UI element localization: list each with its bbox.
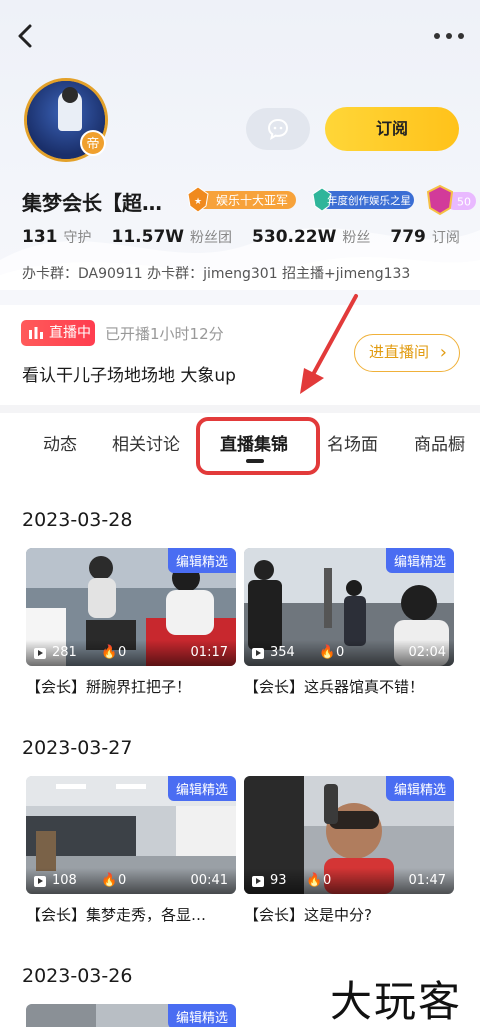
live-bars-icon xyxy=(29,327,43,339)
live-badge-label: 直播中 xyxy=(49,325,91,341)
live-badge: 直播中 xyxy=(21,320,95,346)
play-count-icon xyxy=(252,648,264,659)
medal-text-1: 娱乐十大亚军 xyxy=(216,194,288,208)
subscription-label: 订阅 xyxy=(431,230,460,246)
date-heading: 2023-03-28 xyxy=(22,509,133,531)
group-info: 办卡群：DA90911 办卡群：jimeng301 招主播+jimeng133 xyxy=(22,266,411,282)
video-duration: 02:04 xyxy=(408,645,446,660)
video-duration: 01:47 xyxy=(408,873,446,888)
chevron-right-icon: › xyxy=(439,342,447,363)
level-number: 50 xyxy=(457,196,471,209)
emperor-badge: 帝 xyxy=(80,130,106,156)
like-count: 0 xyxy=(323,873,332,888)
svg-text:★: ★ xyxy=(194,197,202,207)
video-card[interactable]: 编辑精选 108 🔥 0 00:41 【会长】集梦走秀，各显… xyxy=(26,776,236,925)
more-options-icon[interactable] xyxy=(432,26,466,46)
video-title[interactable]: 【会长】这兵器馆真不错！ xyxy=(244,676,454,697)
view-count: 281 xyxy=(52,645,77,660)
like-count: 0 xyxy=(118,873,127,888)
profile-name: 集梦会长【超… xyxy=(22,191,162,215)
play-count-icon xyxy=(252,876,264,887)
tab-famous-scenes[interactable]: 名场面 xyxy=(327,430,378,455)
message-button[interactable] xyxy=(246,108,310,150)
flame-icon: 🔥 xyxy=(101,873,118,888)
tab-discussion[interactable]: 相关讨论 xyxy=(112,430,180,455)
video-thumbnail[interactable]: 编辑精选 108 🔥 0 00:41 xyxy=(26,776,236,894)
date-heading: 2023-03-27 xyxy=(22,737,133,759)
video-duration: 00:41 xyxy=(190,873,228,888)
video-thumbnail[interactable]: 编辑精选 93 🔥 0 01:47 xyxy=(244,776,454,894)
editor-pick-tag: 编辑精选 xyxy=(167,1004,236,1027)
creator-star-badge[interactable]: 年度创作娱乐之星 xyxy=(312,187,416,213)
editor-pick-tag: 编辑精选 xyxy=(385,548,454,573)
tab-dynamics[interactable]: 动态 xyxy=(43,430,77,455)
video-thumbnail[interactable]: 编辑精选 xyxy=(26,1004,236,1027)
video-thumbnail[interactable]: 编辑精选 354 🔥 0 02:04 xyxy=(244,548,454,666)
video-meta: 354 🔥 0 02:04 xyxy=(244,640,454,666)
like-count: 0 xyxy=(118,645,127,660)
enter-live-room-label: 进直播间 xyxy=(369,343,430,361)
guard-count[interactable]: 131 xyxy=(22,227,58,247)
flame-icon: 🔥 xyxy=(306,873,323,888)
view-count: 354 xyxy=(270,645,295,660)
play-count-icon xyxy=(34,648,46,659)
follower-label: 粉丝 xyxy=(342,230,371,246)
entertainment-medal-badge[interactable]: ★ 娱乐十大亚军 xyxy=(186,187,298,213)
live-duration: 已开播1小时12分 xyxy=(105,325,224,343)
view-count: 93 xyxy=(270,873,287,888)
like-count: 0 xyxy=(336,645,345,660)
follower-count[interactable]: 530.22W xyxy=(252,227,336,247)
subscription-count[interactable]: 779 xyxy=(390,227,426,247)
date-heading: 2023-03-26 xyxy=(22,965,133,987)
video-meta: 281 🔥 0 01:17 xyxy=(26,640,236,666)
video-thumbnail[interactable]: 编辑精选 281 🔥 0 01:17 xyxy=(26,548,236,666)
stats-row: 131 守护 11.57W 粉丝团 530.22W 粉丝 779 订阅 xyxy=(22,227,480,247)
video-card[interactable]: 编辑精选 93 🔥 0 01:47 【会长】这是中分? xyxy=(244,776,454,925)
video-duration: 01:17 xyxy=(190,645,228,660)
annotation-arrow-icon xyxy=(300,294,358,394)
video-card[interactable]: 编辑精选 281 🔥 0 01:17 【会长】掰腕界扛把子！ xyxy=(26,548,236,697)
tab-products[interactable]: 商品橱 xyxy=(414,430,466,455)
play-count-icon xyxy=(34,876,46,887)
flame-icon: 🔥 xyxy=(101,645,118,660)
chat-bubble-icon xyxy=(267,118,289,141)
section-divider xyxy=(0,405,480,413)
video-title[interactable]: 【会长】这是中分? xyxy=(244,904,454,925)
editor-pick-tag: 编辑精选 xyxy=(167,776,236,801)
annotation-highlight-box xyxy=(196,417,320,475)
fan-club-label: 粉丝团 xyxy=(190,230,233,246)
fan-club-count[interactable]: 11.57W xyxy=(112,227,185,247)
video-card[interactable]: 编辑精选 354 🔥 0 02:04 【会长】这兵器馆真不错！ xyxy=(244,548,454,697)
watermark-logo: 大玩客 xyxy=(330,977,463,1026)
video-meta: 108 🔥 0 00:41 xyxy=(26,868,236,894)
guard-label: 守护 xyxy=(63,230,92,246)
editor-pick-tag: 编辑精选 xyxy=(385,776,454,801)
top-bar xyxy=(0,0,480,75)
flame-icon: 🔥 xyxy=(319,645,336,660)
view-count: 108 xyxy=(52,873,77,888)
level-badge[interactable]: 50 xyxy=(426,184,476,216)
video-title[interactable]: 【会长】集梦走秀，各显… xyxy=(26,904,236,925)
video-title[interactable]: 【会长】掰腕界扛把子！ xyxy=(26,676,236,697)
video-meta: 93 🔥 0 01:47 xyxy=(244,868,454,894)
video-card[interactable]: 编辑精选 xyxy=(26,1004,236,1027)
subscribe-button[interactable]: 订阅 xyxy=(325,107,459,151)
medal-text-2: 年度创作娱乐之星 xyxy=(327,194,411,207)
back-arrow-icon[interactable] xyxy=(10,20,42,52)
editor-pick-tag: 编辑精选 xyxy=(167,548,236,573)
live-title[interactable]: 看认干儿子场地场地 大象up xyxy=(22,361,236,386)
